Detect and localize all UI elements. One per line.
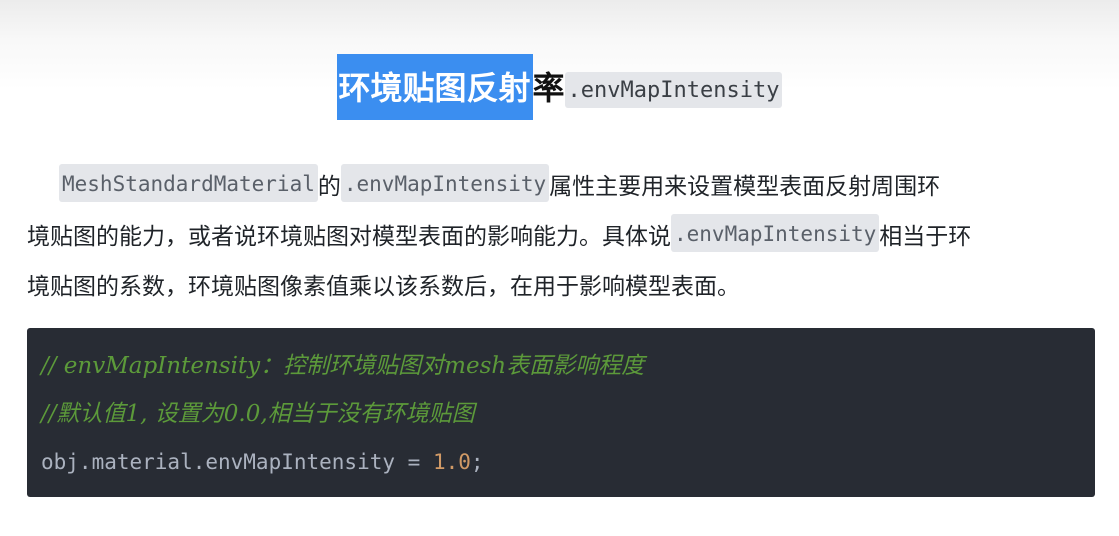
paragraph-line-2: 境贴图的能力，或者说环境贴图对模型表面的影响能力。具体说 .envMapInten… bbox=[27, 212, 1099, 262]
code-number-literal: 1.0 bbox=[432, 450, 471, 474]
section-heading: 环境贴图反射率 .envMapIntensity bbox=[0, 54, 1119, 120]
inline-code-env-map-intensity: .envMapIntensity bbox=[340, 164, 550, 202]
inline-code-mesh-standard-material: MeshStandardMaterial bbox=[59, 164, 318, 202]
paragraph-line-3: 境贴图的系数，环境贴图像素值乘以该系数后，在用于影响模型表面。 bbox=[27, 262, 1099, 312]
heading-text: 率 bbox=[532, 69, 565, 107]
inline-code-env-map-intensity: .envMapIntensity bbox=[671, 214, 880, 252]
code-block[interactable]: // envMapIntensity：控制环境贴图对mesh表面影响程度 //默… bbox=[27, 328, 1095, 497]
paragraph-text: 的 bbox=[317, 174, 341, 200]
paragraph-text: 境贴图的系数，环境贴图像素值乘以该系数后，在用于影响模型表面。 bbox=[27, 274, 740, 300]
paragraph-line-1: MeshStandardMaterial 的 .envMapIntensity 属性主… bbox=[27, 162, 1099, 212]
paragraph-text: 境贴图的能力，或者说环境贴图对模型表面的影响能力。具体说 bbox=[27, 224, 671, 250]
paragraph-text: 相当于环 bbox=[879, 224, 972, 250]
code-terminator: ; bbox=[470, 450, 484, 474]
code-comment-line-2: //默认值1, 设置为0.0,相当于没有环境贴图 bbox=[41, 401, 475, 427]
heading-inline-code: .envMapIntensity bbox=[564, 72, 783, 108]
heading-selected-text[interactable]: 环境贴图反射 bbox=[336, 54, 533, 120]
code-statement-line: obj.material.envMapIntensity = 1.0; bbox=[41, 438, 1081, 486]
code-comment-line-1: // envMapIntensity：控制环境贴图对mesh表面影响程度 bbox=[41, 353, 645, 379]
code-statement: obj.material.envMapIntensity = bbox=[41, 450, 433, 474]
description-paragraph: MeshStandardMaterial 的 .envMapIntensity 属性主… bbox=[27, 162, 1099, 312]
paragraph-text: 属性主要用来设置模型表面反射周围环 bbox=[549, 174, 941, 200]
